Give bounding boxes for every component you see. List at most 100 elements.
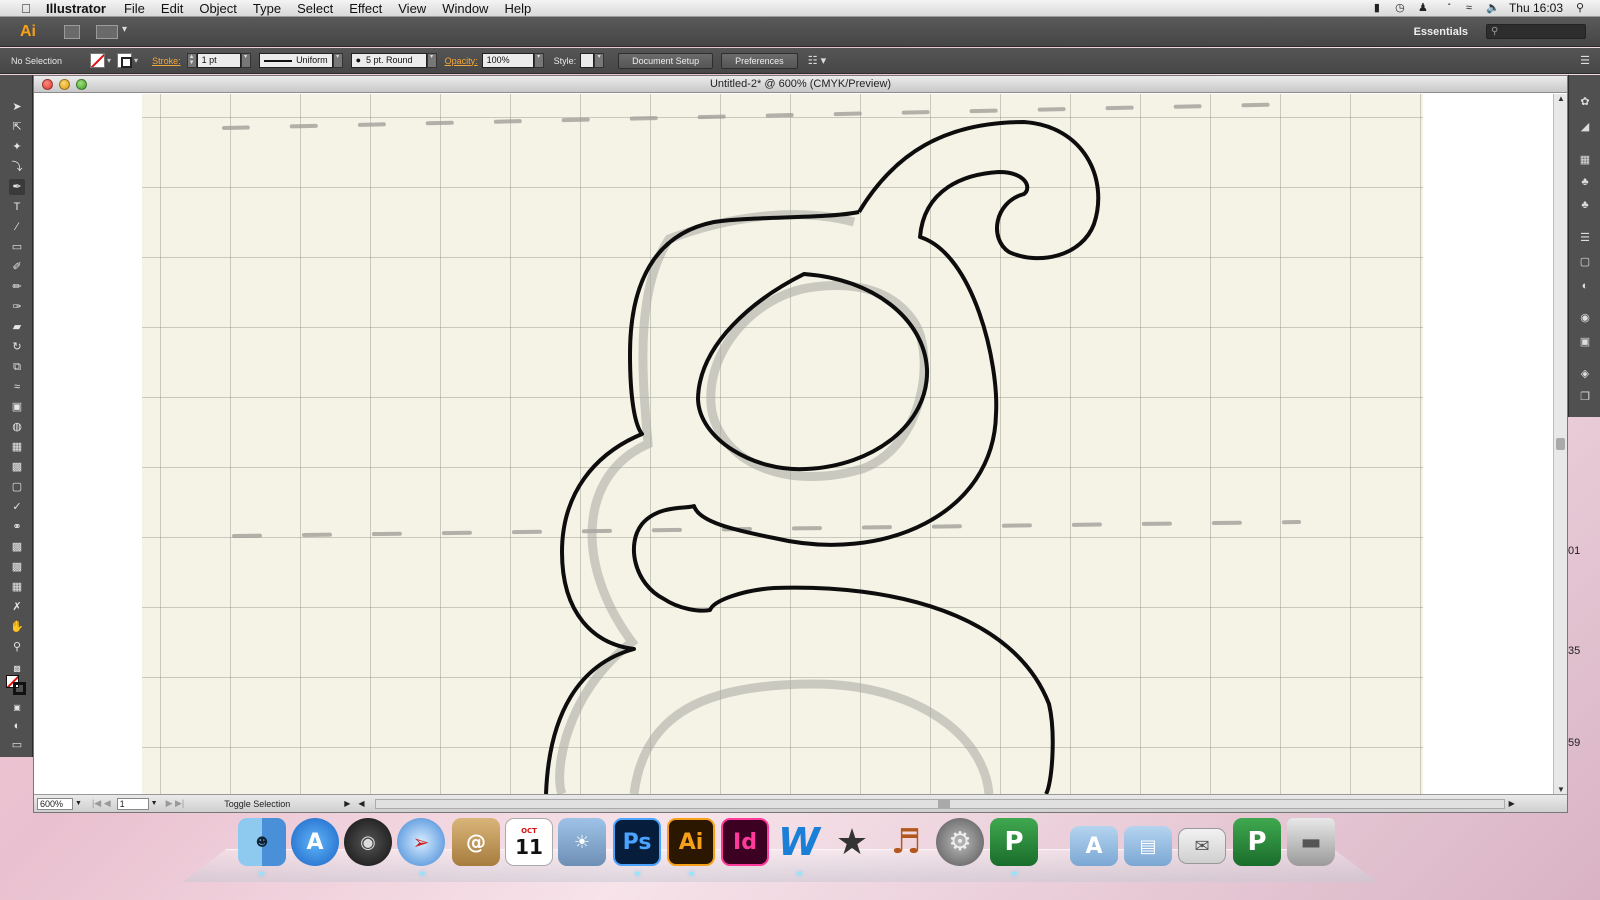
- stroke-weight-dropdown[interactable]: ▾: [240, 53, 251, 68]
- profile-dropdown[interactable]: ▾: [332, 53, 343, 68]
- arrange-documents-button[interactable]: [96, 24, 127, 39]
- align-options-icon[interactable]: ☷ ▾: [808, 54, 826, 67]
- menubar-clock[interactable]: Thu 16:03: [1509, 1, 1563, 15]
- appearance-icon[interactable]: ◉: [1578, 311, 1592, 325]
- horizontal-scroll-thumb[interactable]: [937, 799, 950, 808]
- artboard-dropdown-icon[interactable]: ▼: [151, 800, 158, 807]
- address-book-icon[interactable]: @: [452, 818, 500, 866]
- pen-icon[interactable]: ✒: [9, 179, 25, 195]
- menu-select[interactable]: Select: [297, 1, 333, 16]
- photoshop-icon[interactable]: Ps: [613, 818, 661, 866]
- stroke-box[interactable]: [13, 682, 26, 695]
- fill-swatch[interactable]: [90, 53, 106, 68]
- next-artboard-icon[interactable]: ▶ ▶|: [166, 798, 185, 809]
- graphic-style-dropdown[interactable]: ▾: [594, 53, 605, 68]
- scroll-left-icon[interactable]: ◀: [358, 799, 364, 808]
- mesh-icon[interactable]: ▩: [9, 459, 25, 475]
- garageband-icon[interactable]: ♬: [882, 818, 930, 866]
- layers-icon[interactable]: ◈: [1578, 367, 1592, 381]
- vertical-scrollbar[interactable]: ▲ ▼: [1553, 94, 1567, 794]
- type-icon[interactable]: T: [9, 199, 25, 215]
- width-icon[interactable]: ≈: [9, 379, 25, 395]
- applications-folder-icon[interactable]: A: [1070, 826, 1118, 866]
- variable-width-profile[interactable]: Uniform: [258, 53, 333, 68]
- menu-edit[interactable]: Edit: [161, 1, 183, 16]
- brush-definition[interactable]: ● 5 pt. Round: [350, 53, 427, 68]
- opacity-field[interactable]: 100%: [481, 53, 534, 68]
- artboards-icon[interactable]: ❐: [1578, 390, 1592, 404]
- scale-icon[interactable]: ⧉: [9, 359, 25, 375]
- document-setup-button[interactable]: Document Setup: [618, 52, 714, 69]
- volume-icon[interactable]: 🔈: [1486, 2, 1500, 14]
- lasso-icon[interactable]: ⤵: [9, 159, 25, 175]
- horizontal-scrollbar[interactable]: [374, 798, 1505, 809]
- stroke-weight-field[interactable]: 1 pt: [196, 53, 241, 68]
- fill-stroke-widget[interactable]: [6, 675, 26, 695]
- opacity-dropdown[interactable]: ▾: [533, 53, 544, 68]
- paintbrush-icon[interactable]: ✐: [9, 259, 25, 275]
- status-text[interactable]: Toggle Selection: [224, 799, 344, 809]
- menu-window[interactable]: Window: [442, 1, 488, 16]
- first-artboard-icon[interactable]: |◀ ◀: [92, 798, 111, 809]
- app-menu[interactable]: Illustrator: [46, 1, 106, 16]
- close-window-button[interactable]: [42, 79, 53, 90]
- app-store-icon[interactable]: A: [291, 818, 339, 866]
- blend-icon[interactable]: ⚭: [9, 519, 25, 535]
- artboard-icon[interactable]: ▦: [9, 579, 25, 595]
- vertical-scroll-thumb[interactable]: [1556, 438, 1565, 450]
- zoom-level-field[interactable]: 600%: [37, 797, 73, 810]
- stroke-label[interactable]: Stroke:: [152, 56, 181, 66]
- perspective-grid-icon[interactable]: ▦: [9, 439, 25, 455]
- preferences-button[interactable]: Preferences: [721, 52, 798, 69]
- eyedropper-icon[interactable]: ✓: [9, 499, 25, 515]
- downloads-stack-icon[interactable]: ✉: [1178, 828, 1226, 864]
- documents-folder-icon[interactable]: ▤: [1124, 826, 1172, 866]
- spotlight-search-icon[interactable]: ⚲: [1574, 2, 1586, 14]
- finder-icon[interactable]: ☻: [238, 818, 286, 866]
- transparency-icon[interactable]: ◐: [1578, 279, 1592, 293]
- workspace-switcher[interactable]: Essentials: [1414, 26, 1468, 38]
- wifi-icon[interactable]: ≈: [1463, 2, 1475, 14]
- letter-g-artwork[interactable]: [34, 94, 1553, 794]
- graphic-styles-icon[interactable]: ▣: [1578, 335, 1592, 349]
- stroke-weight-stepper[interactable]: ▲ ▼: [186, 53, 197, 68]
- zoom-window-button[interactable]: [76, 79, 87, 90]
- direct-selection-icon[interactable]: ⇱: [9, 119, 25, 135]
- minimize-window-button[interactable]: [59, 79, 70, 90]
- publisher-document-icon[interactable]: P: [1233, 818, 1281, 866]
- bridge-button[interactable]: [64, 24, 80, 39]
- slice-icon[interactable]: ✗: [9, 599, 25, 615]
- line-icon[interactable]: ⁄: [9, 219, 25, 235]
- blob-brush-icon[interactable]: ✑: [9, 299, 25, 315]
- menu-file[interactable]: File: [124, 1, 145, 16]
- document-titlebar[interactable]: Untitled-2* @ 600% (CMYK/Preview): [34, 76, 1567, 93]
- canvas[interactable]: [34, 94, 1553, 794]
- fill-dropdown-icon[interactable]: ▾: [107, 56, 111, 65]
- rectangle-icon[interactable]: ▭: [9, 239, 25, 255]
- brushes-icon[interactable]: ◢: [1578, 120, 1592, 134]
- menu-object[interactable]: Object: [199, 1, 237, 16]
- time-machine-icon[interactable]: ◷: [1394, 2, 1406, 14]
- ical-icon[interactable]: OCT 11: [505, 818, 553, 866]
- apple-menu-icon[interactable]: : [16, 1, 36, 16]
- scroll-right-icon[interactable]: ▶: [1509, 799, 1515, 808]
- swatches-icon[interactable]: ▦: [1578, 153, 1592, 167]
- help-search-input[interactable]: ⚲: [1486, 24, 1586, 39]
- color-mode-icon[interactable]: ▣: [9, 700, 25, 716]
- menu-view[interactable]: View: [398, 1, 426, 16]
- symbol-sprayer-icon[interactable]: ▩: [9, 539, 25, 555]
- system-preferences-icon[interactable]: ⚙: [936, 818, 984, 866]
- graphic-style-swatch[interactable]: [580, 53, 595, 68]
- gradient-panel-icon[interactable]: ▢: [1578, 255, 1592, 269]
- scroll-down-icon[interactable]: ▼: [1557, 785, 1565, 794]
- dashboard-icon[interactable]: ◉: [344, 818, 392, 866]
- indesign-icon[interactable]: Id: [721, 818, 769, 866]
- eraser-icon[interactable]: ▰: [9, 319, 25, 335]
- gradient-icon[interactable]: ▢: [9, 479, 25, 495]
- menu-effect[interactable]: Effect: [349, 1, 382, 16]
- symbols-icon[interactable]: ♣: [1578, 175, 1592, 189]
- hand-icon[interactable]: ✋: [9, 619, 25, 635]
- safari-icon[interactable]: ➢: [397, 818, 445, 866]
- graph-icon[interactable]: ▩: [9, 559, 25, 575]
- zoom-icon[interactable]: ⚲: [9, 639, 25, 655]
